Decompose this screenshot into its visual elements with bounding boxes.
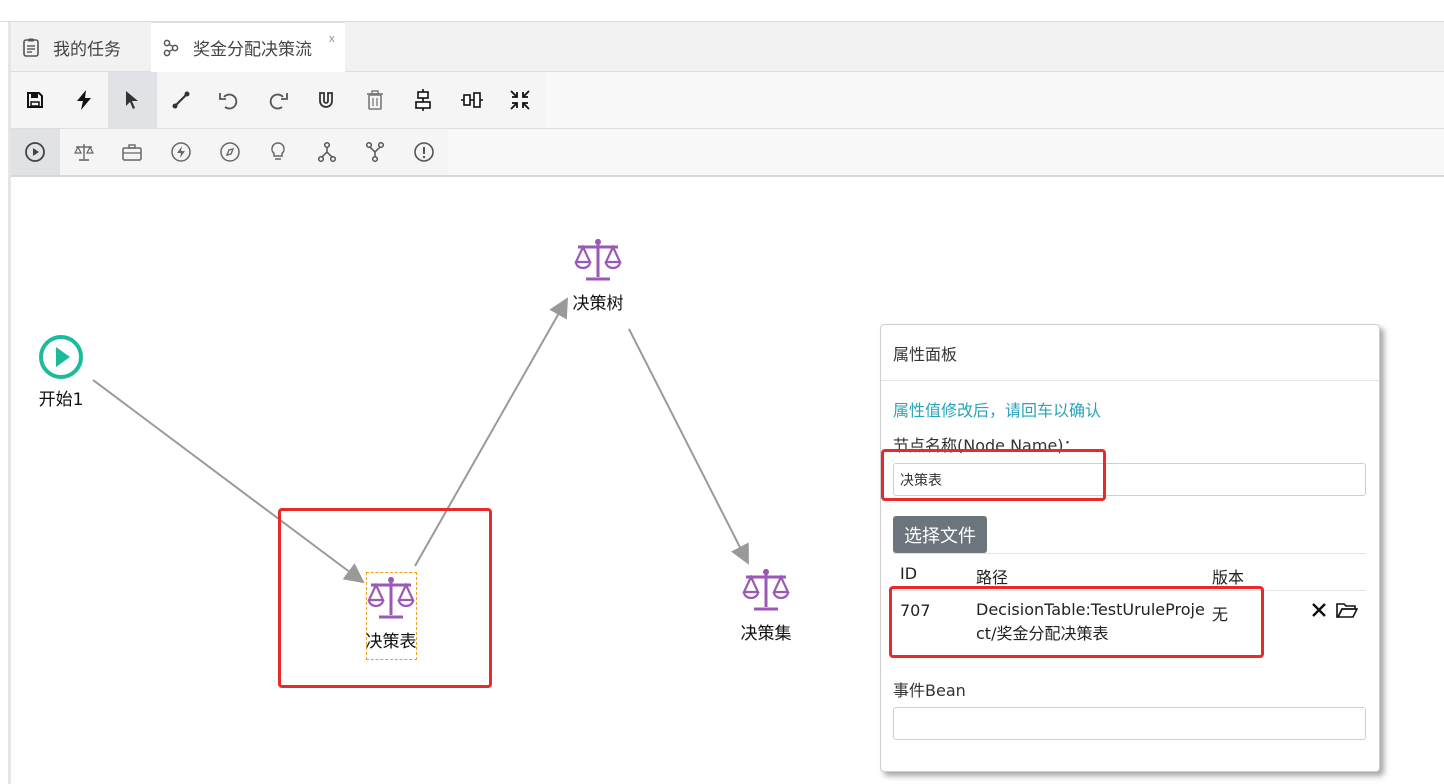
connect-tool-button[interactable] — [157, 72, 206, 128]
shrink-button[interactable] — [496, 72, 545, 128]
scale-icon — [742, 569, 790, 611]
palette-rule-node[interactable] — [60, 129, 109, 175]
alert-icon — [414, 142, 434, 162]
col-id: ID — [900, 564, 918, 583]
col-version: 版本 — [1212, 568, 1245, 587]
tab-bonus-flow-label: 奖金分配决策流 — [193, 40, 312, 60]
palette-fork-node[interactable] — [303, 129, 352, 175]
undo-button[interactable] — [205, 72, 254, 128]
decision-tree-node[interactable]: 决策树 — [568, 237, 628, 314]
palette-package-node[interactable] — [108, 129, 157, 175]
redo-icon — [269, 93, 288, 110]
event-bean-label: 事件Bean — [893, 681, 966, 700]
execute-button[interactable] — [60, 72, 109, 128]
tab-bonus-flow[interactable]: 奖金分配决策流 x — [151, 22, 345, 72]
open-folder-icon[interactable] — [1336, 601, 1359, 623]
palette-action-node[interactable] — [157, 129, 206, 175]
select-tool-button[interactable] — [108, 72, 157, 128]
event-bean-input[interactable] — [893, 707, 1366, 740]
align-horizontal-button[interactable] — [448, 72, 497, 128]
palette-knowledge-node[interactable] — [254, 129, 303, 175]
bolt-circle-icon — [171, 142, 191, 162]
tab-close-icon[interactable]: x — [328, 32, 335, 45]
highlight-box-file — [889, 586, 1264, 658]
start-node-icon — [25, 142, 46, 162]
col-path: 路径 — [976, 568, 1009, 587]
tab-my-tasks-label: 我的任务 — [53, 39, 121, 60]
save-icon — [27, 92, 44, 108]
tab-my-tasks[interactable]: 我的任务 — [11, 22, 151, 72]
compass-icon — [219, 142, 240, 162]
redo-button[interactable] — [254, 72, 303, 128]
start-node[interactable]: 开始1 — [35, 335, 87, 410]
delete-button[interactable] — [351, 72, 400, 128]
align-vertical-button[interactable] — [399, 72, 448, 128]
highlight-box-name — [881, 449, 1106, 501]
palette-start-node[interactable] — [11, 129, 60, 175]
panel-hint: 属性值修改后，请回车以确认 — [893, 401, 1102, 420]
editor-toolbar — [11, 72, 1444, 129]
properties-panel: 属性面板 属性值修改后，请回车以确认 节点名称(Node Name)： 选择文件… — [880, 324, 1380, 772]
select-file-button[interactable]: 选择文件 — [893, 516, 987, 553]
align-vertical-icon — [415, 89, 432, 111]
palette-end-node[interactable] — [400, 129, 449, 175]
palette-script-node[interactable] — [205, 129, 254, 175]
panel-title: 属性面板 — [881, 325, 1379, 381]
play-circle-icon — [39, 335, 83, 379]
scale-icon — [574, 239, 622, 281]
trash-icon — [366, 90, 383, 110]
palette-join-node[interactable] — [351, 129, 400, 175]
tab-bar: 我的任务 奖金分配决策流 x — [11, 22, 1444, 72]
remove-file-icon[interactable] — [1310, 601, 1328, 623]
scale-icon — [73, 144, 94, 161]
magnet-icon — [319, 92, 334, 108]
highlight-box-node — [278, 508, 492, 688]
bulb-icon — [271, 142, 286, 160]
decision-set-node[interactable]: 决策集 — [736, 567, 796, 644]
save-button[interactable] — [11, 72, 60, 128]
join-icon — [366, 141, 385, 163]
snap-button[interactable] — [302, 72, 351, 128]
fork-icon — [317, 141, 336, 163]
window-top-bar — [0, 0, 1444, 22]
align-horizontal-icon — [460, 92, 483, 108]
flow-icon — [161, 38, 181, 58]
connect-line-icon — [172, 91, 190, 109]
pointer-icon — [126, 91, 139, 109]
decision-tree-label: 决策树 — [572, 294, 624, 314]
bolt-icon — [76, 90, 91, 110]
node-palette — [11, 129, 1444, 177]
decision-set-label: 决策集 — [740, 624, 792, 644]
edge-tree-to-set — [628, 328, 749, 565]
clipboard-icon — [21, 37, 41, 57]
shrink-icon — [510, 90, 530, 110]
start-node-label: 开始1 — [38, 390, 84, 410]
undo-icon — [219, 93, 238, 110]
briefcase-icon — [122, 144, 143, 161]
